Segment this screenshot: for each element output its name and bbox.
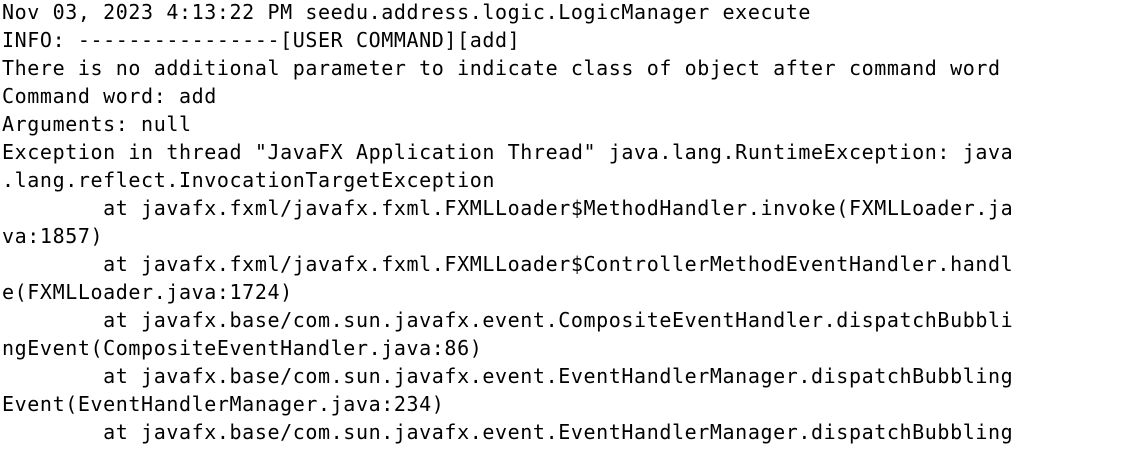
stack-trace-line: va:1857) [2, 224, 104, 248]
log-line-info: INFO: ----------------[USER COMMAND][add… [2, 28, 521, 52]
log-line-arguments: Arguments: null [2, 112, 192, 136]
stack-trace-line: Event(EventHandlerManager.java:234) [2, 392, 445, 416]
terminal-output[interactable]: Nov 03, 2023 4:13:22 PM seedu.address.lo… [0, 0, 1126, 452]
stack-trace-line: e(FXMLLoader.java:1724) [2, 280, 293, 304]
log-line-message: There is no additional parameter to indi… [2, 56, 1001, 80]
stack-trace-line: ngEvent(CompositeEventHandler.java:86) [2, 336, 483, 360]
log-line-timestamp: Nov 03, 2023 4:13:22 PM seedu.address.lo… [2, 0, 812, 24]
exception-line-continued: .lang.reflect.InvocationTargetException [2, 168, 495, 192]
stack-trace-line: at javafx.fxml/javafx.fxml.FXMLLoader$Me… [2, 196, 1014, 220]
log-line-command-word: Command word: add [2, 84, 217, 108]
stack-trace-line: at javafx.base/com.sun.javafx.event.Even… [2, 364, 1014, 388]
exception-line: Exception in thread "JavaFX Application … [2, 140, 1014, 164]
stack-trace-line: at javafx.base/com.sun.javafx.event.Comp… [2, 308, 1014, 332]
stack-trace-line: at javafx.fxml/javafx.fxml.FXMLLoader$Co… [2, 252, 1014, 276]
stack-trace-line: at javafx.base/com.sun.javafx.event.Even… [2, 420, 1014, 444]
